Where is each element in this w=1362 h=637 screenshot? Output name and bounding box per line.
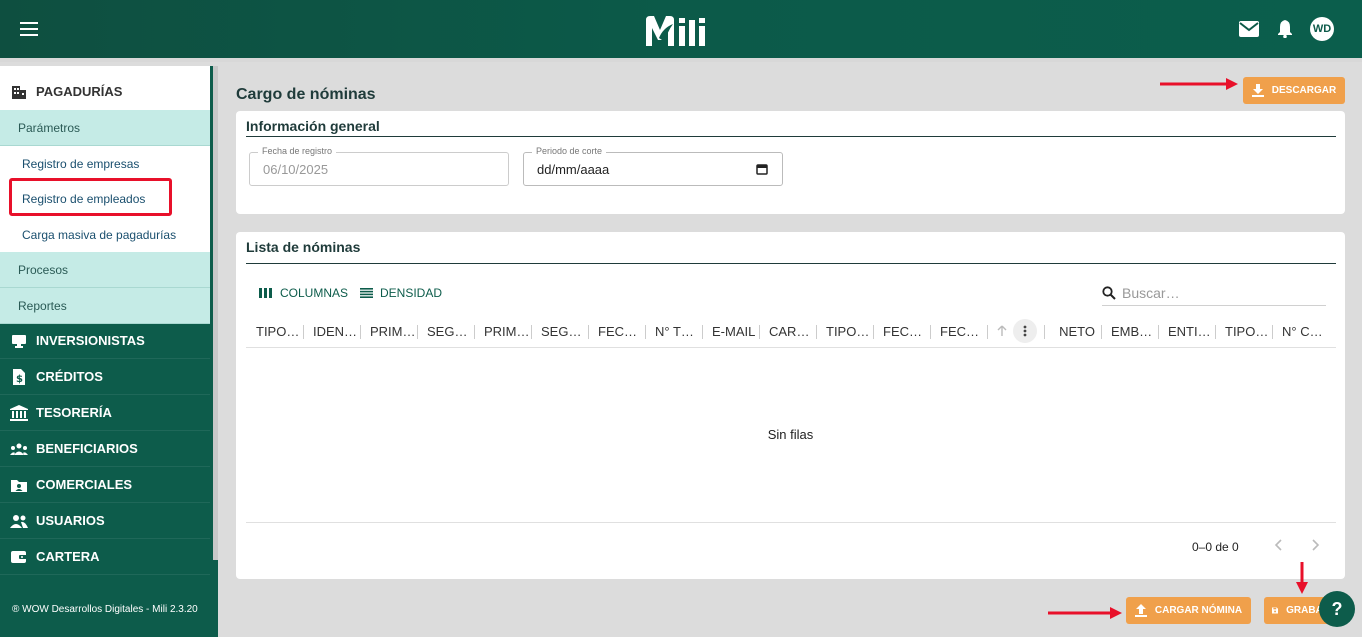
download-icon: [1251, 84, 1264, 97]
columns-button[interactable]: COLUMNAS: [259, 286, 348, 300]
column-header[interactable]: TIPO…: [1215, 314, 1272, 348]
columns-label: COLUMNAS: [280, 286, 349, 300]
search-box[interactable]: Buscar…: [1102, 280, 1326, 306]
sidebar-item-cartera[interactable]: CARTERA: [0, 539, 210, 575]
top-bar: WD: [0, 0, 1362, 62]
empty-state: Sin filas: [767, 427, 814, 442]
sidebar-item-label: TESORERÍA: [36, 405, 112, 420]
periodo-corte-value[interactable]: dd/mm/aaaa: [537, 162, 609, 177]
building-icon: [10, 84, 28, 100]
density-icon: [360, 288, 373, 298]
download-button[interactable]: DESCARGAR: [1243, 77, 1345, 104]
column-header[interactable]: SEG…: [531, 314, 588, 348]
wallet-icon: [10, 549, 28, 565]
columns-icon: [259, 288, 272, 298]
sidebar-item-tesoreria[interactable]: TESORERÍA: [0, 395, 210, 431]
users-icon: [10, 513, 28, 529]
column-header[interactable]: TIPO…: [816, 314, 873, 348]
arrow-annotation: [1296, 562, 1308, 594]
pagadurias-submenu: Parámetros Registro de empresas Registro…: [0, 110, 210, 324]
table-header: TIPO… IDEN… PRIM… SEG… PRIM… SEG… FEC… N…: [246, 314, 1336, 348]
dollar-file-icon: $: [10, 368, 28, 385]
sidebar-item-label: USUARIOS: [36, 513, 105, 528]
column-header[interactable]: ENTI…: [1158, 314, 1215, 348]
fecha-registro-field: Fecha de registro 06/10/2025: [249, 146, 509, 186]
column-header[interactable]: NETO: [1044, 314, 1101, 348]
submenu-procesos[interactable]: Procesos: [0, 252, 210, 288]
app-logo: [643, 12, 713, 50]
bank-icon: [10, 404, 28, 421]
column-header[interactable]: TIPO…: [246, 314, 303, 348]
column-header[interactable]: EMB…: [1101, 314, 1158, 348]
column-header[interactable]: FEC…: [930, 314, 987, 348]
column-header[interactable]: E-MAIL: [702, 314, 759, 348]
submenu-reportes[interactable]: Reportes: [0, 288, 210, 324]
sidebar-item-creditos[interactable]: $ CRÉDITOS: [0, 359, 210, 395]
column-header[interactable]: IDEN…: [303, 314, 360, 348]
periodo-corte-field[interactable]: Periodo de corte dd/mm/aaaa: [523, 146, 783, 186]
search-icon: [1102, 285, 1116, 300]
sidebar: PAGADURÍAS Parámetros Registro de empres…: [0, 66, 218, 637]
download-label: DESCARGAR: [1271, 85, 1337, 96]
density-label: DENSIDAD: [380, 286, 443, 300]
sidebar-scrollbar[interactable]: [213, 66, 218, 560]
sidebar-item-inversionistas[interactable]: INVERSIONISTAS: [0, 323, 210, 359]
pagination-info: 0–0 de 0: [1192, 540, 1239, 554]
sidebar-item-label: BENEFICIARIOS: [36, 441, 138, 456]
search-input[interactable]: Buscar…: [1122, 285, 1180, 301]
sidebar-item-label: CARTERA: [36, 549, 100, 564]
upload-label: CARGAR NÓMINA: [1154, 605, 1243, 616]
fecha-registro-label: Fecha de registro: [258, 146, 337, 156]
page-title: Cargo de nóminas: [236, 86, 376, 103]
periodo-corte-label: Periodo de corte: [532, 146, 607, 156]
calendar-icon[interactable]: [756, 163, 768, 175]
avatar[interactable]: WD: [1310, 17, 1334, 41]
upload-icon: [1134, 604, 1147, 617]
submenu-registro-empresas[interactable]: Registro de empresas: [0, 146, 210, 182]
menu-icon[interactable]: [20, 22, 38, 36]
sidebar-item-beneficiarios[interactable]: BENEFICIARIOS: [0, 431, 210, 467]
submenu-parametros[interactable]: Parámetros: [0, 110, 210, 146]
payroll-list-title: Lista de nóminas: [246, 239, 361, 255]
column-header[interactable]: FEC…: [873, 314, 930, 348]
footer-version: ® WOW Desarrollos Digitales - Mili 2.3.2…: [12, 604, 198, 615]
fecha-registro-value: 06/10/2025: [263, 162, 329, 177]
mail-icon[interactable]: [1238, 18, 1260, 40]
column-menu-icon[interactable]: [1013, 319, 1037, 343]
column-header[interactable]: PRIM…: [474, 314, 531, 348]
density-button[interactable]: DENSIDAD: [360, 286, 442, 300]
general-info-card: Información general Fecha de registro 06…: [236, 111, 1345, 214]
sidebar-item-label: INVERSIONISTAS: [36, 333, 145, 348]
sidebar-item-comerciales[interactable]: COMERCIALES: [0, 467, 210, 503]
arrow-up-icon[interactable]: [997, 325, 1007, 337]
svg-text:$: $: [16, 374, 23, 385]
bell-icon[interactable]: [1274, 18, 1296, 40]
arrow-annotation: [1160, 78, 1238, 90]
help-button[interactable]: ?: [1319, 591, 1355, 627]
arrow-annotation: [1048, 607, 1122, 619]
column-header-sortable[interactable]: [987, 314, 1044, 348]
sidebar-item-pagadurias[interactable]: PAGADURÍAS: [0, 74, 210, 110]
column-header[interactable]: SEG…: [417, 314, 474, 348]
highlight-annotation: [9, 178, 172, 216]
next-page-icon[interactable]: [1308, 538, 1322, 552]
submenu-carga-masiva[interactable]: Carga masiva de pagadurías: [0, 217, 210, 253]
save-icon: [1272, 607, 1279, 614]
column-header[interactable]: N° T…: [645, 314, 702, 348]
general-info-title: Información general: [246, 118, 380, 134]
payroll-list-card: Lista de nóminas COLUMNAS DENSIDAD Busca…: [236, 232, 1345, 579]
group-icon: [10, 441, 28, 457]
column-header[interactable]: FEC…: [588, 314, 645, 348]
sidebar-item-usuarios[interactable]: USUARIOS: [0, 503, 210, 539]
desktop-icon: [10, 333, 28, 349]
sidebar-item-label: PAGADURÍAS: [36, 84, 123, 99]
prev-page-icon[interactable]: [1272, 538, 1286, 552]
column-header[interactable]: PRIM…: [360, 314, 417, 348]
upload-payroll-button[interactable]: CARGAR NÓMINA: [1126, 597, 1251, 624]
column-header[interactable]: CAR…: [759, 314, 816, 348]
sidebar-item-label: COMERCIALES: [36, 477, 133, 492]
column-header[interactable]: N° C…: [1272, 314, 1332, 348]
sidebar-item-label: CRÉDITOS: [36, 369, 103, 384]
contact-folder-icon: [10, 477, 28, 493]
